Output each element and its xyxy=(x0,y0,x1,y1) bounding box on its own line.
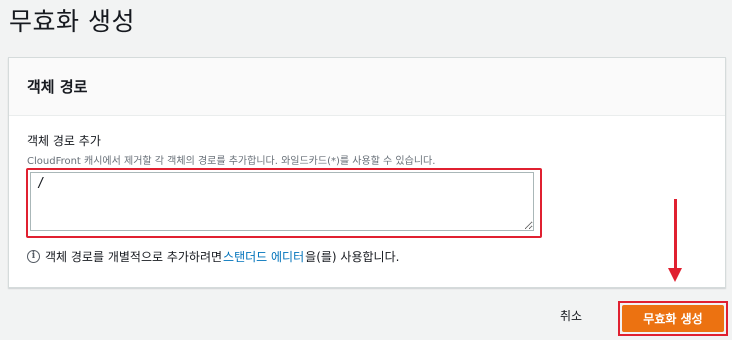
panel-title: 객체 경로 xyxy=(27,78,88,96)
page-title: 무효화 생성 xyxy=(9,7,135,36)
info-icon: i xyxy=(27,250,40,263)
annotation-arrow-line xyxy=(674,199,677,275)
cancel-button[interactable]: 취소 xyxy=(560,307,582,324)
panel-header: 객체 경로 xyxy=(9,58,725,116)
info-text-prefix: 객체 경로를 개별적으로 추가하려면 xyxy=(45,250,223,264)
object-paths-textarea[interactable] xyxy=(30,172,534,231)
standard-editor-link[interactable]: 스탠더드 에디터 xyxy=(223,248,304,265)
annotation-arrow-head xyxy=(668,268,682,282)
info-row: i 객체 경로를 개별적으로 추가하려면 스탠더드 에디터 을(를) 사용합니다… xyxy=(27,248,399,265)
field-label: 객체 경로 추가 xyxy=(27,134,101,148)
info-text-suffix: 을(를) 사용합니다. xyxy=(305,250,400,264)
field-description: CloudFront 캐시에서 제거할 각 객체의 경로를 추가합니다. 와일드… xyxy=(27,156,436,167)
create-invalidation-button[interactable]: 무효화 생성 xyxy=(622,305,724,332)
object-paths-panel: 객체 경로 객체 경로 추가 CloudFront 캐시에서 제거할 각 객체의… xyxy=(8,57,726,288)
